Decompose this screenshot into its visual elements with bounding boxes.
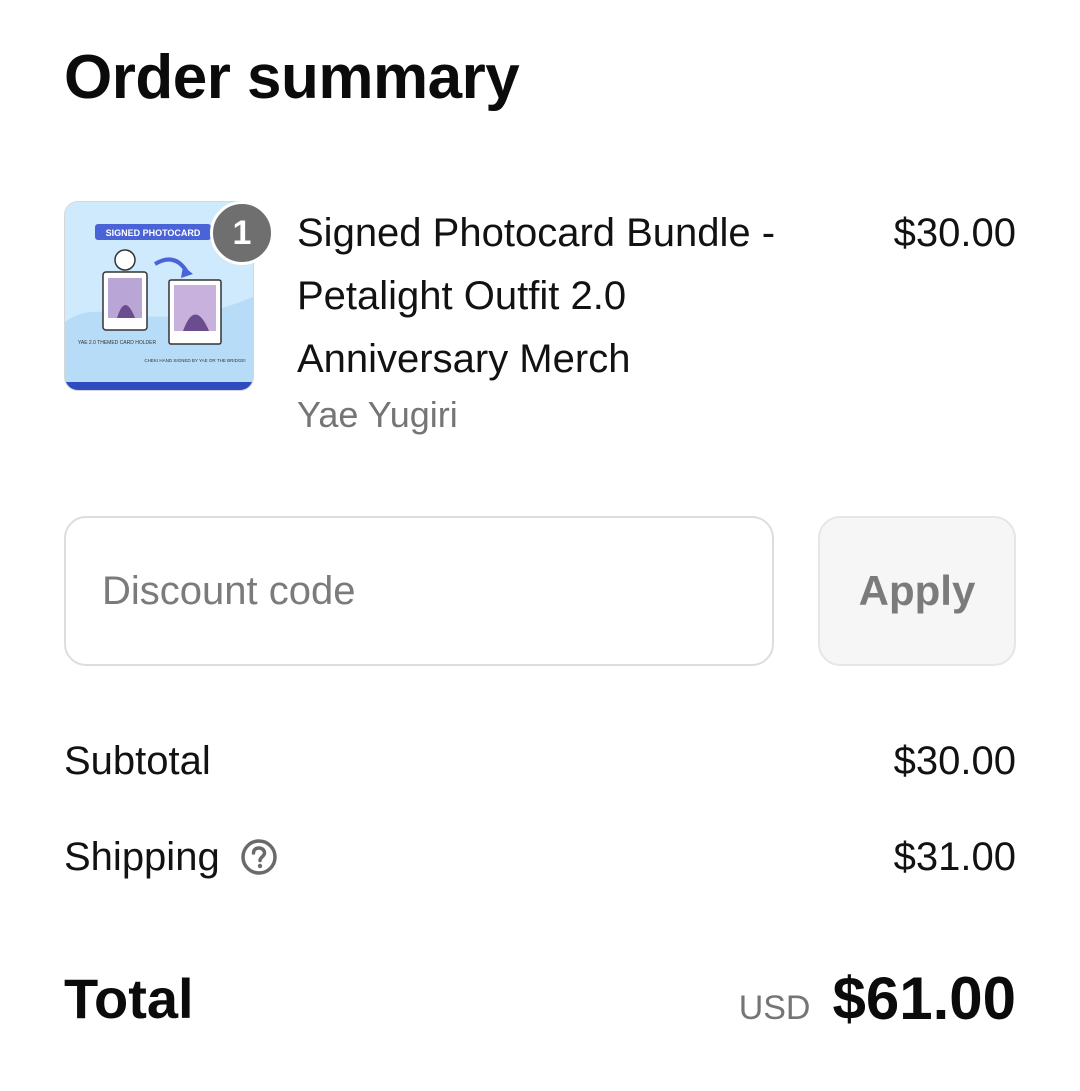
shipping-label: Shipping: [64, 834, 220, 879]
image-caption-left: YAE 2.0 THEMED CARD HOLDER: [78, 340, 157, 346]
shipping-value: $31.00: [893, 834, 1016, 879]
discount-code-input[interactable]: [64, 516, 774, 666]
total-label: Total: [64, 966, 194, 1030]
product-name: Signed Photocard Bundle - Petalight Outf…: [297, 211, 776, 381]
product-image-wrap: SIGNED PHOTOCARD YAE 2.0 THEMED CARD HOL…: [64, 201, 274, 391]
product-price: $30.00: [893, 211, 1016, 255]
apply-discount-button[interactable]: Apply: [818, 516, 1016, 666]
total-amount: $61.00: [832, 964, 1016, 1032]
shipping-row: Shipping $31.00: [64, 827, 1016, 887]
product-variant: Yae Yugiri: [297, 394, 458, 435]
total-amount-group: USD $61.00: [739, 964, 1016, 1033]
order-summary-panel: Order summary SIGNED PHOTOCARD YAE 2.0 T…: [64, 0, 1016, 1091]
subtotal-label: Subtotal: [64, 738, 211, 783]
line-item: SIGNED PHOTOCARD YAE 2.0 THEMED CARD HOL…: [64, 180, 1016, 440]
shipping-label-group: Shipping: [64, 835, 278, 880]
subtotal-value: $30.00: [893, 738, 1016, 783]
image-banner-text: SIGNED PHOTOCARD: [106, 228, 201, 238]
page-title: Order summary: [64, 43, 520, 112]
subtotal-row: Subtotal $30.00: [64, 731, 1016, 791]
image-caption-right: CHEKI HAND SIGNED BY YAE OR THE BRIDGE!: [144, 358, 245, 363]
question-circle-icon[interactable]: [240, 838, 278, 876]
total-row: Total USD $61.00: [64, 960, 1016, 1036]
quantity-badge: 1: [210, 201, 274, 265]
currency-code: USD: [738, 988, 811, 1027]
